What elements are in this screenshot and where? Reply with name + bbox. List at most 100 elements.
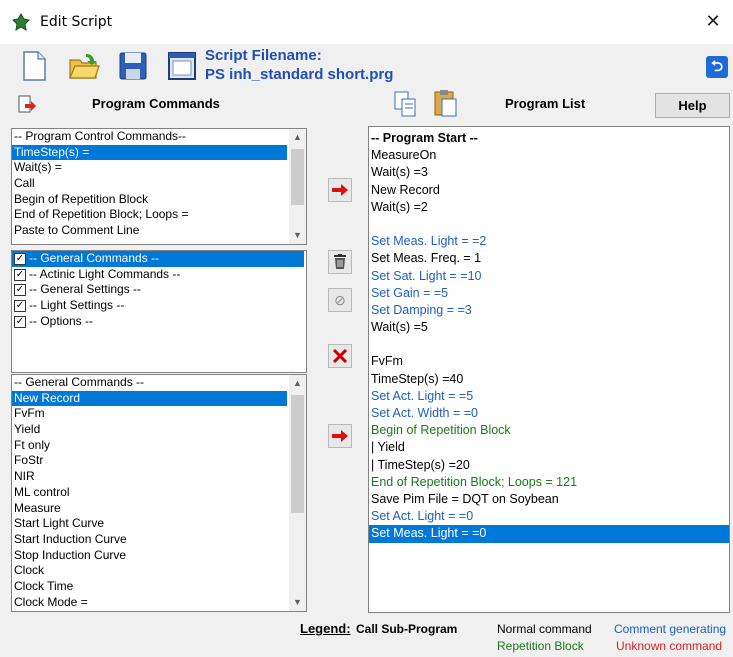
program-line[interactable]: Set Act. Light = =0 (369, 508, 729, 525)
list-item[interactable]: -- General Commands -- (12, 375, 287, 391)
list-item[interactable]: ✓ -- Options -- (12, 314, 304, 330)
list-item-label: TimeStep(s) = (14, 144, 90, 159)
list-item[interactable]: Yield (12, 422, 287, 438)
help-button[interactable]: Help (655, 93, 730, 118)
list-item[interactable]: ✓ -- Light Settings -- (12, 298, 304, 314)
list-item-label: Start Light Curve (14, 516, 105, 531)
list-item[interactable]: -- Program Control Commands-- (12, 129, 287, 145)
legend-repetition-block: Repetition Block (497, 639, 584, 653)
list-item[interactable]: Clock Time (12, 579, 287, 595)
list-item[interactable]: ✓ -- Actinic Light Commands -- (12, 267, 304, 283)
script-filename-value: PS inh_standard short.prg (205, 66, 394, 83)
copy-icon[interactable] (393, 90, 419, 118)
program-commands-header: Program Commands (92, 96, 220, 111)
list-item-label: Call (14, 176, 35, 191)
list-item-label: Start Induction Curve (14, 531, 127, 546)
scroll-up-icon[interactable]: ▲ (289, 375, 306, 392)
program-line[interactable]: Set Meas. Light = =0 (369, 525, 729, 543)
program-line[interactable]: Set Sat. Light = =10 (369, 268, 729, 285)
program-line[interactable]: Wait(s) =5 (369, 319, 729, 336)
scroll-up-icon[interactable]: ▲ (289, 129, 306, 146)
save-icon[interactable] (117, 50, 149, 82)
program-line[interactable]: | TimeStep(s) =20 (369, 457, 729, 474)
list-item[interactable]: Clock Mode = (12, 595, 287, 611)
program-line[interactable] (369, 336, 729, 353)
legend-call-sub-program: Call Sub-Program (356, 622, 458, 636)
program-line[interactable]: Set Act. Light = =5 (369, 388, 729, 405)
list-item-label: Ft only (14, 437, 51, 452)
list-item-label: Measure (14, 500, 61, 515)
program-line[interactable]: Set Act. Width = =0 (369, 405, 729, 422)
open-folder-icon[interactable] (68, 50, 100, 82)
list-item[interactable]: End of Repetition Block; Loops = (12, 207, 287, 223)
category-checklist[interactable]: ✓ -- General Commands -- ✓ -- Actinic Light… (11, 250, 307, 373)
program-line[interactable]: New Record (369, 182, 729, 199)
delete-trash-icon[interactable] (328, 250, 352, 274)
program-line[interactable]: Set Gain = =5 (369, 285, 729, 302)
list-item[interactable]: Begin of Repetition Block (12, 192, 287, 208)
list-item[interactable]: Ft only (12, 438, 287, 454)
window-icon[interactable] (166, 50, 198, 82)
program-line[interactable]: MeasureOn (369, 147, 729, 164)
checkbox[interactable]: ✓ (14, 315, 26, 328)
app-icon (11, 13, 31, 31)
list-item[interactable]: Paste to Comment Line (12, 223, 287, 239)
program-line[interactable]: End of Repetition Block; Loops = 121 (369, 474, 729, 491)
list-item[interactable]: ✓ -- General Settings -- (12, 282, 304, 298)
program-line[interactable]: Set Meas. Freq. = 1 (369, 250, 729, 267)
program-line[interactable]: Save Pim File = DQT on Soybean (369, 491, 729, 508)
new-file-icon[interactable] (18, 50, 50, 82)
export-icon[interactable] (16, 94, 38, 116)
checkbox[interactable]: ✓ (14, 252, 26, 265)
list-item[interactable]: Call (12, 176, 287, 192)
program-list[interactable]: -- Program Start -- MeasureOn Wait(s) =3 Ne… (368, 126, 730, 613)
program-line[interactable]: Set Damping = =3 (369, 302, 729, 319)
list-item[interactable]: Wait(s) = (12, 160, 287, 176)
paste-icon[interactable] (433, 88, 459, 118)
list-item[interactable]: Stop Induction Curve (12, 548, 287, 564)
checkbox[interactable]: ✓ (14, 268, 26, 281)
list-item-label: -- Options -- (29, 313, 94, 328)
list-item[interactable]: Clock (12, 563, 287, 579)
checkbox[interactable]: ✓ (14, 299, 26, 312)
program-line[interactable]: Set Meas. Light = =2 (369, 233, 729, 250)
list-item[interactable]: Measure (12, 501, 287, 517)
list-item-label: Clock (14, 563, 45, 578)
list-item[interactable]: FoStr (12, 453, 287, 469)
list-item[interactable]: NIR (12, 469, 287, 485)
scroll-down-icon[interactable]: ▼ (289, 594, 306, 611)
program-line[interactable]: FvFm (369, 353, 729, 370)
program-line[interactable]: Wait(s) =3 (369, 164, 729, 181)
program-line[interactable]: TimeStep(s) =40 (369, 371, 729, 388)
general-commands-list[interactable]: -- General Commands -- New Record FvFm Yiel… (11, 374, 307, 612)
list-item-label: Clock Time (14, 578, 74, 593)
list-item[interactable]: New Record (12, 390, 287, 407)
clear-x-icon[interactable] (328, 344, 352, 368)
program-line[interactable]: | Yield (369, 439, 729, 456)
scrollbar[interactable]: ▲ ▼ (289, 375, 306, 611)
list-item-label: -- Program Control Commands-- (14, 129, 187, 143)
add-command-arrow-button[interactable] (328, 424, 352, 448)
program-line[interactable]: Wait(s) =2 (369, 199, 729, 216)
close-button[interactable]: ✕ (700, 8, 726, 34)
program-line[interactable] (369, 216, 729, 233)
list-item-label: Stop Induction Curve (14, 547, 127, 562)
scrollbar[interactable]: ▲ ▼ (289, 129, 306, 244)
program-list-items: -- Program Start -- MeasureOn Wait(s) =3 Ne… (369, 130, 729, 543)
disable-icon[interactable]: ⊘ (328, 288, 352, 312)
list-item[interactable]: TimeStep(s) = (12, 144, 287, 161)
list-item[interactable]: ML control (12, 485, 287, 501)
list-item[interactable]: FvFm (12, 406, 287, 422)
undo-icon[interactable]: ⮌ (706, 56, 728, 78)
scroll-thumb[interactable] (291, 395, 304, 513)
insert-arrow-button[interactable] (328, 178, 352, 202)
list-item[interactable]: ✓ -- General Commands -- (12, 251, 304, 267)
list-item[interactable]: Start Induction Curve (12, 532, 287, 548)
checkbox[interactable]: ✓ (14, 284, 26, 297)
scroll-down-icon[interactable]: ▼ (289, 227, 306, 244)
program-line[interactable]: Begin of Repetition Block (369, 422, 729, 439)
list-item[interactable]: Start Light Curve (12, 516, 287, 532)
program-line[interactable]: -- Program Start -- (369, 130, 729, 147)
control-commands-list[interactable]: -- Program Control Commands-- TimeStep(s)… (11, 128, 307, 245)
scroll-thumb[interactable] (291, 149, 304, 205)
